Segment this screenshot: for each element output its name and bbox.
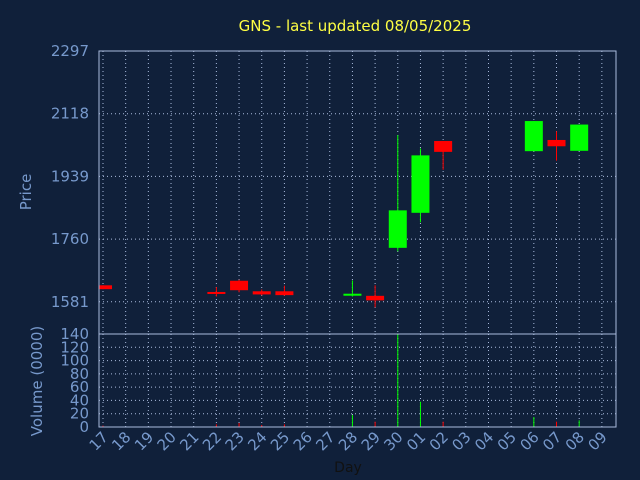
stock-chart: GNS - last updated 08/05/2025 Day Price … [17,17,617,476]
price-tick-label: 1760 [51,230,89,248]
price-tick-label: 1581 [51,293,89,311]
price-axis-ticks: 1581 1760 1939 2118 2297 [51,42,89,311]
candle [570,124,589,151]
volume-axis-label: Volume (0000) [28,326,46,436]
price-axis-label: Price [17,174,35,211]
candle-body [230,280,249,291]
candle [343,280,362,297]
candle [207,287,226,297]
candle [99,285,112,290]
price-grid [99,50,616,334]
chart-title: GNS - last updated 08/05/2025 [239,17,472,35]
price-panel-frame [98,50,617,335]
price-tick-label: 2118 [51,105,89,123]
volume-grid [99,333,616,428]
volume-axis-ticks: 020406080100120140 [60,325,89,436]
candle-body [366,295,385,301]
candle-body [275,291,294,296]
candle-body [252,291,271,295]
candle [252,289,271,296]
candle-body [388,210,407,248]
candle [547,131,566,161]
candle [366,285,385,308]
candle-body [547,139,566,147]
x-axis-label: Day [334,460,362,476]
volume-tick-label: 140 [60,325,89,343]
candle-body [570,124,589,151]
price-tick-label: 1939 [51,167,89,185]
candlestick-series [99,121,589,308]
x-axis-ticks: 1718192021222324252627282930010203040506… [86,428,611,454]
volume-panel-frame [98,333,617,428]
volume-series [102,334,580,427]
candle [434,141,453,170]
candle [388,135,407,252]
candle-body [411,155,430,213]
candle [411,148,430,223]
candle-body [99,285,112,290]
candle-body [343,293,362,296]
candle [524,121,543,152]
candle [230,279,249,293]
x-tick-label: 09 [584,428,610,454]
candle-body [434,141,453,152]
candle-body [207,291,226,294]
candle [275,285,294,296]
price-tick-label: 2297 [51,42,89,60]
candle-body [524,121,543,152]
